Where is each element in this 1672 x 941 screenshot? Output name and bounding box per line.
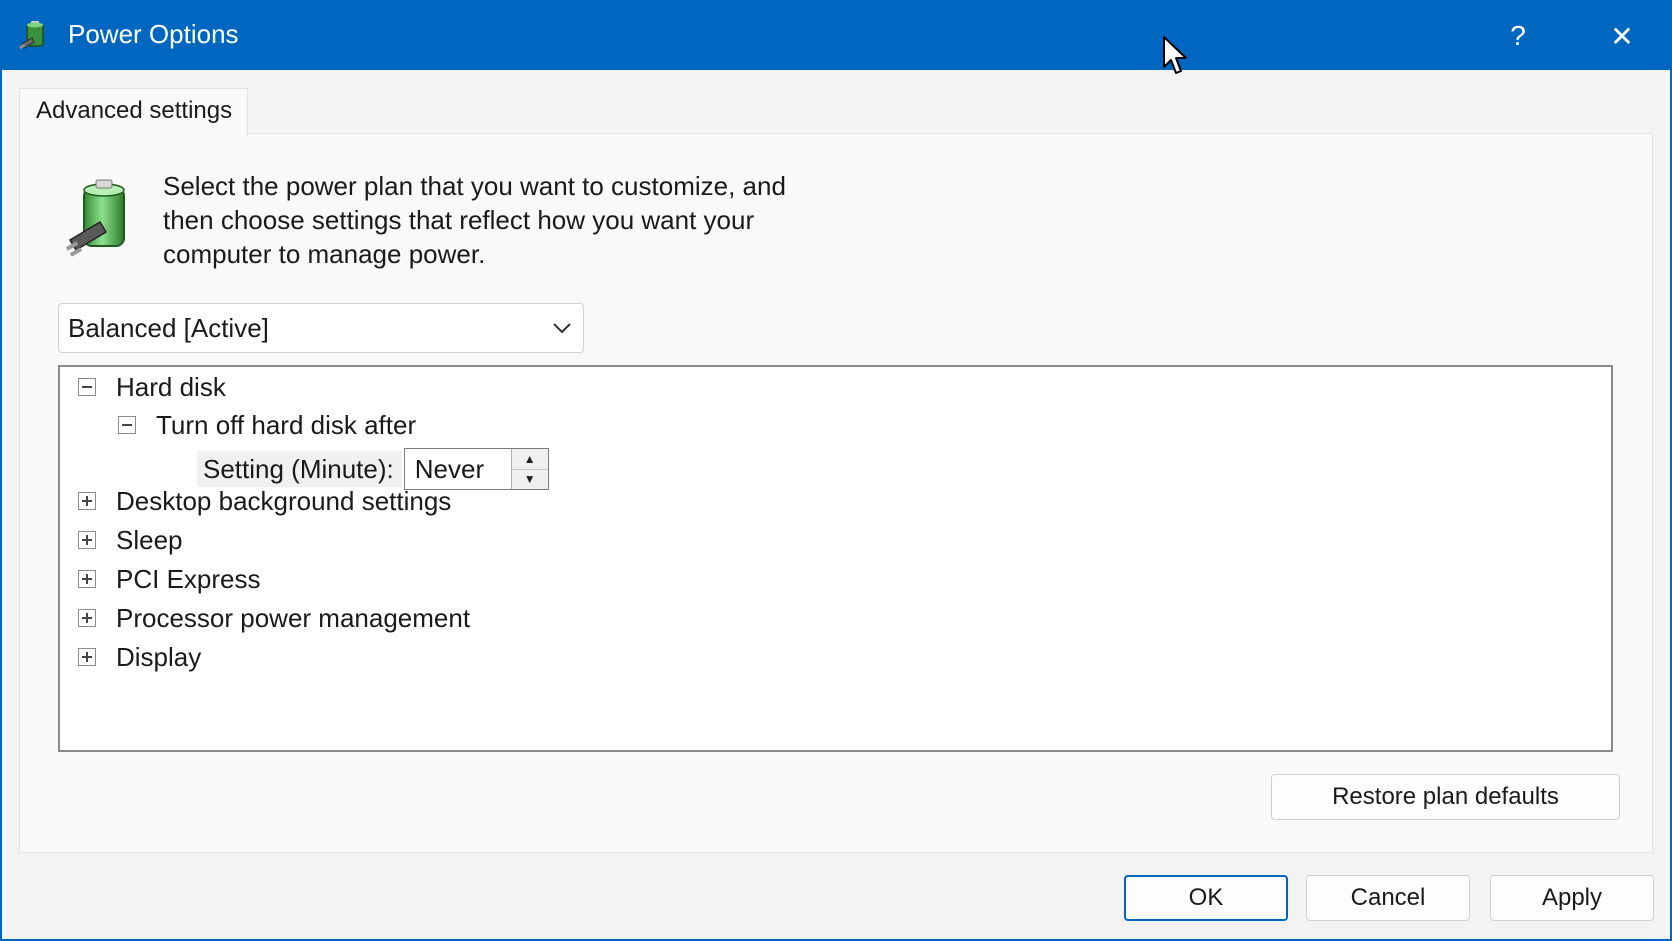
expand-icon[interactable] xyxy=(78,492,96,510)
spin-buttons: ▲ ▼ xyxy=(510,449,548,489)
collapse-icon[interactable] xyxy=(78,378,96,396)
restore-plan-defaults-button[interactable]: Restore plan defaults xyxy=(1271,774,1620,820)
cancel-button[interactable]: Cancel xyxy=(1306,875,1470,921)
tree-item-desktop-background[interactable]: Desktop background settings xyxy=(78,483,451,519)
apply-button[interactable]: Apply xyxy=(1490,875,1654,921)
tree-item-sleep[interactable]: Sleep xyxy=(78,522,183,558)
setting-label: Setting (Minute): xyxy=(197,451,402,487)
power-options-window: Power Options ? ✕ Advanced settings Sele… xyxy=(0,0,1672,941)
tab-advanced-settings[interactable]: Advanced settings xyxy=(19,88,248,136)
tree-item-label: Sleep xyxy=(116,524,183,555)
title-bar[interactable]: Power Options ? ✕ xyxy=(2,2,1670,70)
expand-icon[interactable] xyxy=(78,609,96,627)
tree-item-label: Processor power management xyxy=(116,602,471,633)
expand-icon[interactable] xyxy=(78,570,96,588)
description-text: Select the power plan that you want to c… xyxy=(163,171,786,269)
tree-item-turn-off-hard-disk[interactable]: Turn off hard disk after xyxy=(118,407,416,443)
expand-icon[interactable] xyxy=(78,531,96,549)
spin-up-icon[interactable]: ▲ xyxy=(511,449,548,470)
tree-item-processor-power[interactable]: Processor power management xyxy=(78,600,470,636)
window-title: Power Options xyxy=(68,19,239,49)
tree-item-label: Turn off hard disk after xyxy=(156,409,417,440)
ok-button[interactable]: OK xyxy=(1124,875,1288,921)
expand-icon[interactable] xyxy=(78,648,96,666)
close-button[interactable]: ✕ xyxy=(1576,2,1668,70)
spin-down-icon[interactable]: ▼ xyxy=(511,469,548,489)
tree-item-label: Hard disk xyxy=(116,371,226,402)
tree-item-label: Display xyxy=(116,641,202,672)
power-plan-value: Balanced [Active] xyxy=(68,313,269,343)
chevron-down-icon xyxy=(553,323,571,334)
tree-item-pci-express[interactable]: PCI Express xyxy=(78,561,261,597)
power-plan-dropdown[interactable]: Balanced [Active] xyxy=(58,303,584,353)
tree-item-display[interactable]: Display xyxy=(78,639,201,675)
battery-plug-icon xyxy=(66,179,125,257)
settings-tree[interactable]: Hard disk Turn off hard disk after Setti… xyxy=(58,365,1613,752)
tree-item-hard-disk[interactable]: Hard disk xyxy=(78,369,226,405)
power-options-icon xyxy=(18,21,44,50)
tree-item-label: PCI Express xyxy=(116,563,261,594)
collapse-icon[interactable] xyxy=(118,416,136,434)
help-button[interactable]: ? xyxy=(1472,2,1564,70)
tree-item-label: Desktop background settings xyxy=(116,485,452,516)
